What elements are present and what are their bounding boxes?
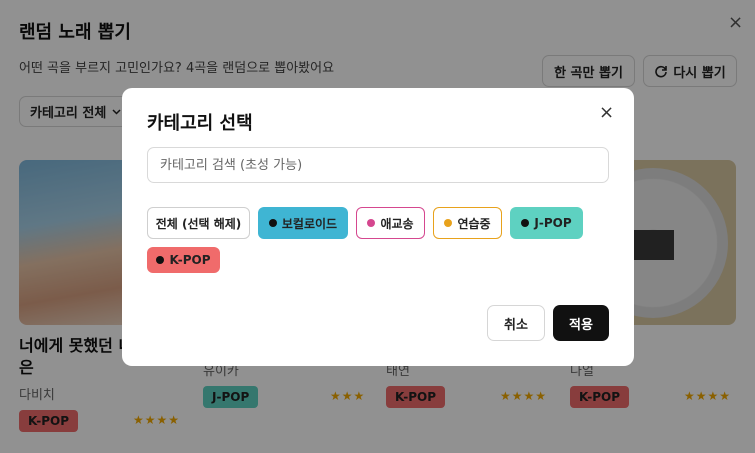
modal-title: 카테고리 선택 [147,113,253,134]
dot-icon [367,219,376,227]
chip-label: 연습중 [457,216,491,231]
chip-label: 보컬로이드 [281,216,338,231]
dot-icon [268,219,277,227]
chip-kpop[interactable]: K-POP [147,247,220,273]
chip-label: 애교송 [380,216,414,231]
chip-label: 전체 (선택 해제) [155,216,242,231]
apply-button[interactable]: 적용 [553,305,609,341]
category-modal: 카테고리 선택 × 전체 (선택 해제) 보컬로이드 애교송 연습중 J-POP… [122,88,634,366]
cancel-button[interactable]: 취소 [487,305,545,341]
dot-icon [156,256,165,264]
chip-aegyo[interactable]: 애교송 [356,207,425,239]
chip-label: K-POP [169,253,211,267]
chip-practice[interactable]: 연습중 [433,207,502,239]
chip-vocaloid[interactable]: 보컬로이드 [258,207,348,239]
close-icon[interactable]: × [599,102,614,123]
dot-icon [444,219,453,227]
dot-icon [521,219,530,227]
category-search-input[interactable] [147,147,609,183]
chip-all-clear[interactable]: 전체 (선택 해제) [147,207,250,239]
chip-label: J-POP [534,216,572,230]
chip-jpop[interactable]: J-POP [510,207,583,239]
